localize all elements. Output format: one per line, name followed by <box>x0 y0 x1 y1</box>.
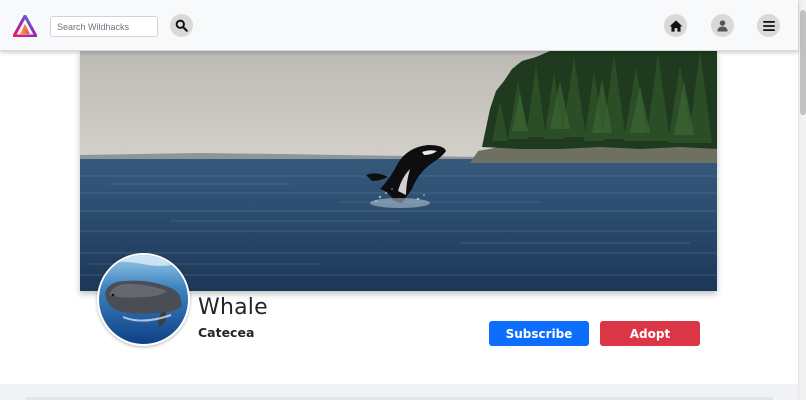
menu-button[interactable] <box>757 14 780 37</box>
avatar[interactable] <box>97 253 190 346</box>
home-button[interactable] <box>664 14 687 37</box>
profile-name: Whale <box>198 295 268 320</box>
adopt-button[interactable]: Adopt <box>600 321 700 346</box>
vertical-scrollbar[interactable] <box>798 0 806 400</box>
wildhacks-logo[interactable] <box>12 14 38 38</box>
cover-photo <box>80 51 717 291</box>
profile-subtitle: Catecea <box>198 325 255 340</box>
search-button[interactable] <box>170 14 193 37</box>
profile-card: Whale Catecea Subscribe Adopt <box>0 51 798 384</box>
scrollbar-thumb[interactable] <box>800 10 806 115</box>
top-navbar <box>0 0 798 51</box>
subscribe-button[interactable]: Subscribe <box>489 321 589 346</box>
menu-icon <box>762 20 775 31</box>
profile-button[interactable] <box>711 14 734 37</box>
search-input[interactable] <box>50 16 158 37</box>
home-icon <box>669 19 683 32</box>
user-icon <box>717 19 728 32</box>
search-icon <box>175 19 188 32</box>
